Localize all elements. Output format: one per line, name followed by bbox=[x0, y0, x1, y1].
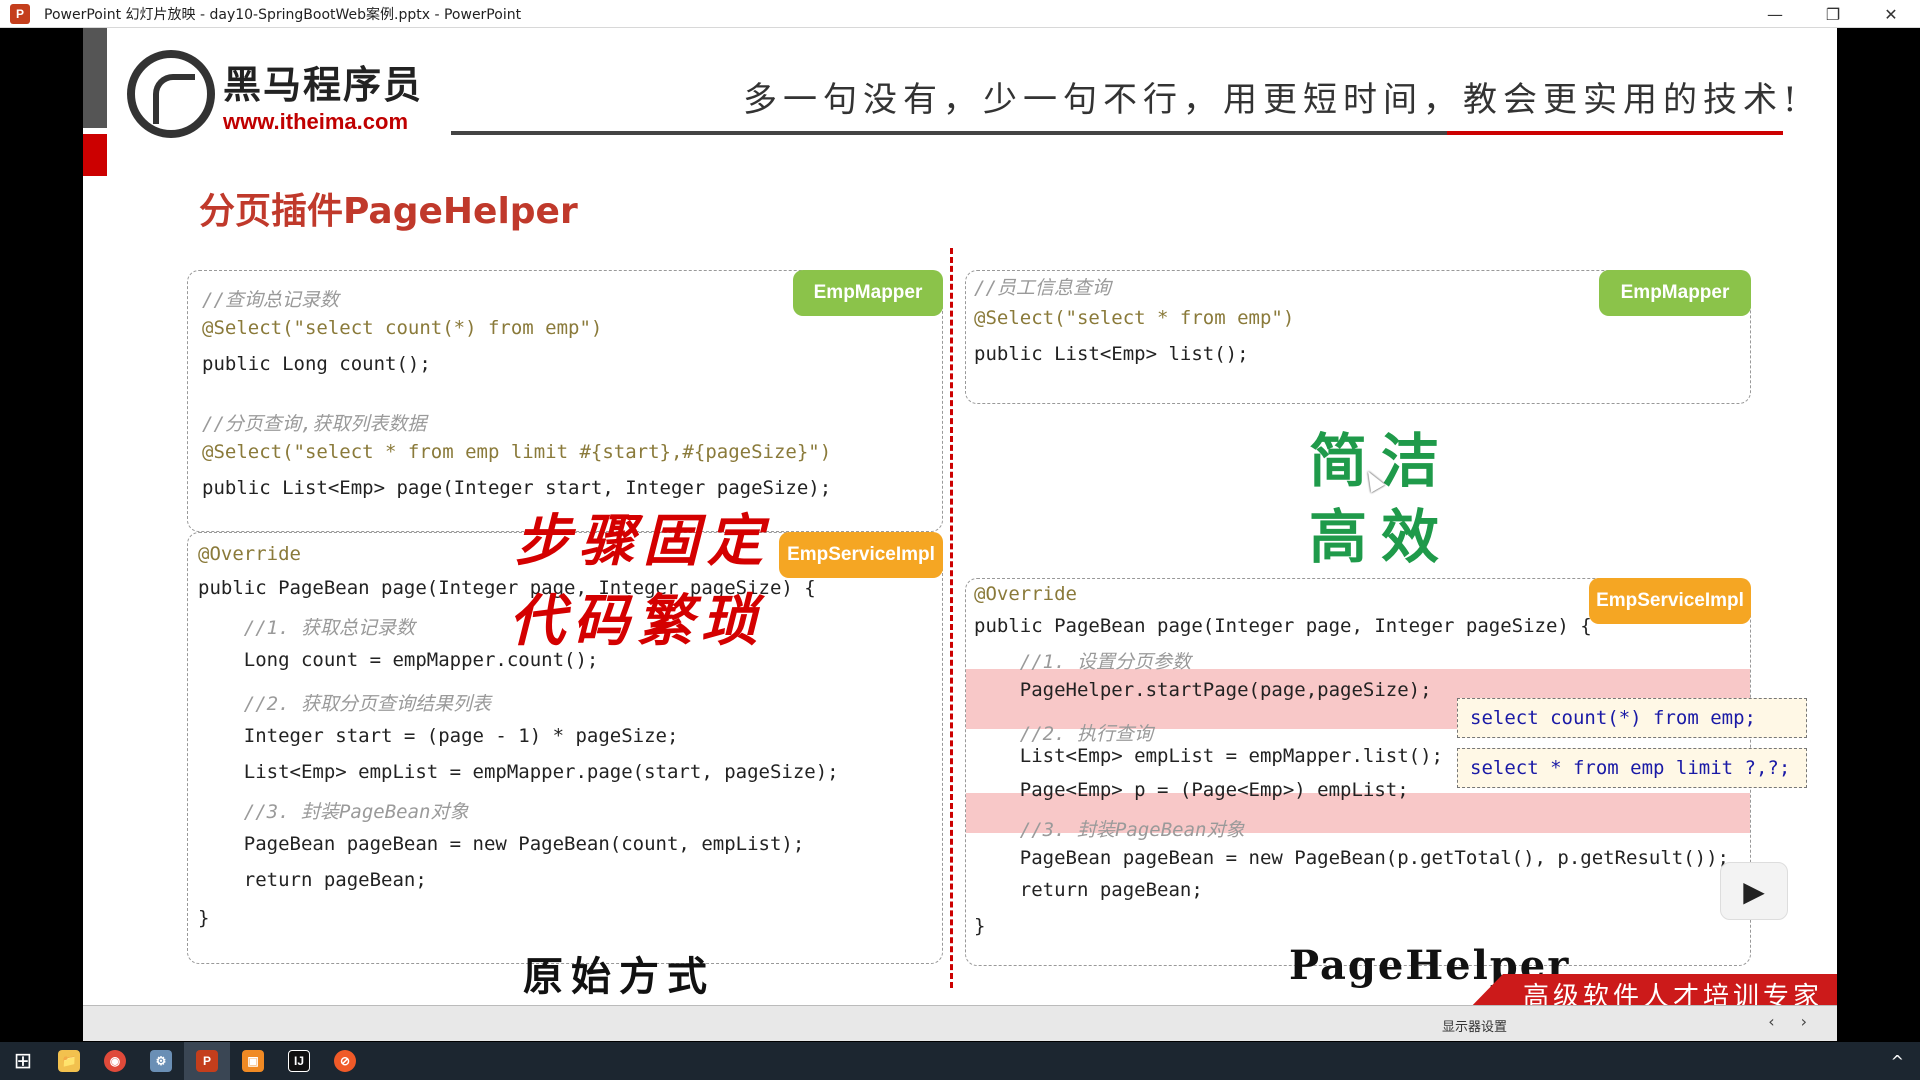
code-line: } bbox=[974, 915, 986, 937]
code-comment: //分页查询,获取列表数据 bbox=[202, 413, 427, 435]
code-annotation: @Override bbox=[974, 583, 1077, 605]
horse-logo-icon bbox=[127, 50, 215, 138]
play-icon[interactable]: ▶ bbox=[1720, 862, 1788, 920]
minimize-button[interactable]: — bbox=[1746, 0, 1804, 28]
sql-count-box: select count(*) from emp; bbox=[1457, 698, 1807, 738]
next-slide-button[interactable]: › bbox=[1801, 1012, 1807, 1031]
code-comment: //1. 获取总记录数 bbox=[198, 617, 415, 639]
right-mapper-tag: EmpMapper bbox=[1599, 270, 1751, 316]
code-comment: //1. 设置分页参数 bbox=[974, 651, 1191, 673]
intellij-icon: IJ bbox=[288, 1050, 310, 1072]
chrome-icon: ◉ bbox=[104, 1050, 126, 1072]
code-line: Page<Emp> p = (Page<Emp>) empList; bbox=[974, 779, 1409, 801]
overlay-steps-fixed: 步骤固定 bbox=[515, 508, 771, 574]
close-button[interactable]: ✕ bbox=[1862, 0, 1920, 28]
restore-button[interactable]: ❐ bbox=[1804, 0, 1862, 28]
left-caption: 原始方式 bbox=[523, 953, 715, 1000]
windows-taskbar: ⊞ 📁 ◉ ⚙ P ▣ IJ ⊘ ^ bbox=[0, 1042, 1920, 1080]
window-title: PowerPoint 幻灯片放映 - day10-SpringBootWeb案例… bbox=[44, 6, 522, 23]
code-line: PageHelper.startPage(page,pageSize); bbox=[974, 679, 1432, 701]
taskbar-powerpoint[interactable]: P bbox=[184, 1042, 230, 1080]
code-line: } bbox=[198, 907, 210, 929]
code-comment: //2. 执行查询 bbox=[974, 723, 1153, 745]
code-line: PageBean pageBean = new PageBean(p.getTo… bbox=[974, 847, 1729, 869]
slide-side-red-block bbox=[83, 134, 107, 176]
window-controls: — ❐ ✕ bbox=[1746, 0, 1920, 28]
start-button[interactable]: ⊞ bbox=[0, 1042, 46, 1080]
code-comment: //3. 封装PageBean对象 bbox=[974, 819, 1245, 841]
center-dashed-divider bbox=[950, 248, 953, 988]
code-line: List<Emp> empList = empMapper.page(start… bbox=[198, 761, 839, 783]
efficient-text: 高效 bbox=[1309, 503, 1454, 571]
overlay-code-verbose: 代码繁琐 bbox=[509, 588, 765, 654]
logo-name: 黑马程序员 bbox=[223, 62, 424, 107]
app-icon: ⚙ bbox=[150, 1050, 172, 1072]
right-service-tag: EmpServiceImpl bbox=[1589, 578, 1751, 624]
code-comment: //2. 获取分页查询结果列表 bbox=[198, 693, 491, 715]
code-comment: //查询总记录数 bbox=[202, 289, 339, 311]
slogan: 多一句没有，少一句不行，用更短时间，教会更实用的技术! bbox=[743, 80, 1803, 120]
code-line: List<Emp> empList = empMapper.list(); bbox=[974, 745, 1443, 767]
window-title-bar: P PowerPoint 幻灯片放映 - day10-SpringBootWeb… bbox=[0, 0, 1920, 28]
code-comment: //3. 封装PageBean对象 bbox=[198, 801, 469, 823]
slideshow-control-bar: 显示器设置 ‹ › bbox=[83, 1005, 1837, 1041]
app2-icon: ▣ bbox=[242, 1050, 264, 1072]
header-divider-accent bbox=[1447, 131, 1783, 135]
code-line: return pageBean; bbox=[974, 879, 1203, 901]
taskbar-intellij[interactable]: IJ bbox=[276, 1042, 322, 1080]
slide[interactable]: 黑马程序员 www.itheima.com 多一句没有，少一句不行，用更短时间，… bbox=[83, 28, 1837, 1015]
sql-limit-box: select * from emp limit ?,?; bbox=[1457, 748, 1807, 788]
taskbar-app[interactable]: ⚙ bbox=[138, 1042, 184, 1080]
code-line: Integer start = (page - 1) * pageSize; bbox=[198, 725, 679, 747]
taskbar-chrome[interactable]: ◉ bbox=[92, 1042, 138, 1080]
code-line: public List<Emp> list(); bbox=[974, 343, 1249, 365]
code-line: public Long count(); bbox=[202, 353, 431, 375]
code-line: public PageBean page(Integer page, Integ… bbox=[974, 615, 1592, 637]
code-annotation: @Select("select * from emp") bbox=[974, 307, 1295, 329]
left-service-tag: EmpServiceImpl bbox=[779, 532, 943, 578]
tray-chevron-icon[interactable]: ^ bbox=[1891, 1042, 1904, 1080]
taskbar-app2[interactable]: ▣ bbox=[230, 1042, 276, 1080]
code-annotation: @Select("select count(*) from emp") bbox=[202, 317, 603, 339]
left-mapper-tag: EmpMapper bbox=[793, 270, 943, 316]
code-annotation: @Override bbox=[198, 543, 301, 565]
powerpoint-icon: P bbox=[10, 3, 30, 24]
slide-side-strip bbox=[83, 28, 107, 128]
code-line: return pageBean; bbox=[198, 869, 427, 891]
app3-icon: ⊘ bbox=[334, 1050, 356, 1072]
display-settings-button[interactable]: 显示器设置 bbox=[1442, 1016, 1507, 1035]
taskbar-app3[interactable]: ⊘ bbox=[322, 1042, 368, 1080]
logo-url: www.itheima.com bbox=[223, 108, 409, 134]
itheima-logo: 黑马程序员 www.itheima.com bbox=[127, 50, 423, 138]
folder-icon: 📁 bbox=[58, 1050, 80, 1072]
code-comment: //员工信息查询 bbox=[974, 277, 1111, 299]
code-annotation: @Select("select * from emp limit #{start… bbox=[202, 441, 832, 463]
prev-slide-button[interactable]: ‹ bbox=[1768, 1012, 1774, 1031]
slide-title: 分页插件PageHelper bbox=[199, 191, 578, 232]
code-line: PageBean pageBean = new PageBean(count, … bbox=[198, 833, 805, 855]
taskbar-file-explorer[interactable]: 📁 bbox=[46, 1042, 92, 1080]
powerpoint-taskbar-icon: P bbox=[196, 1050, 218, 1072]
